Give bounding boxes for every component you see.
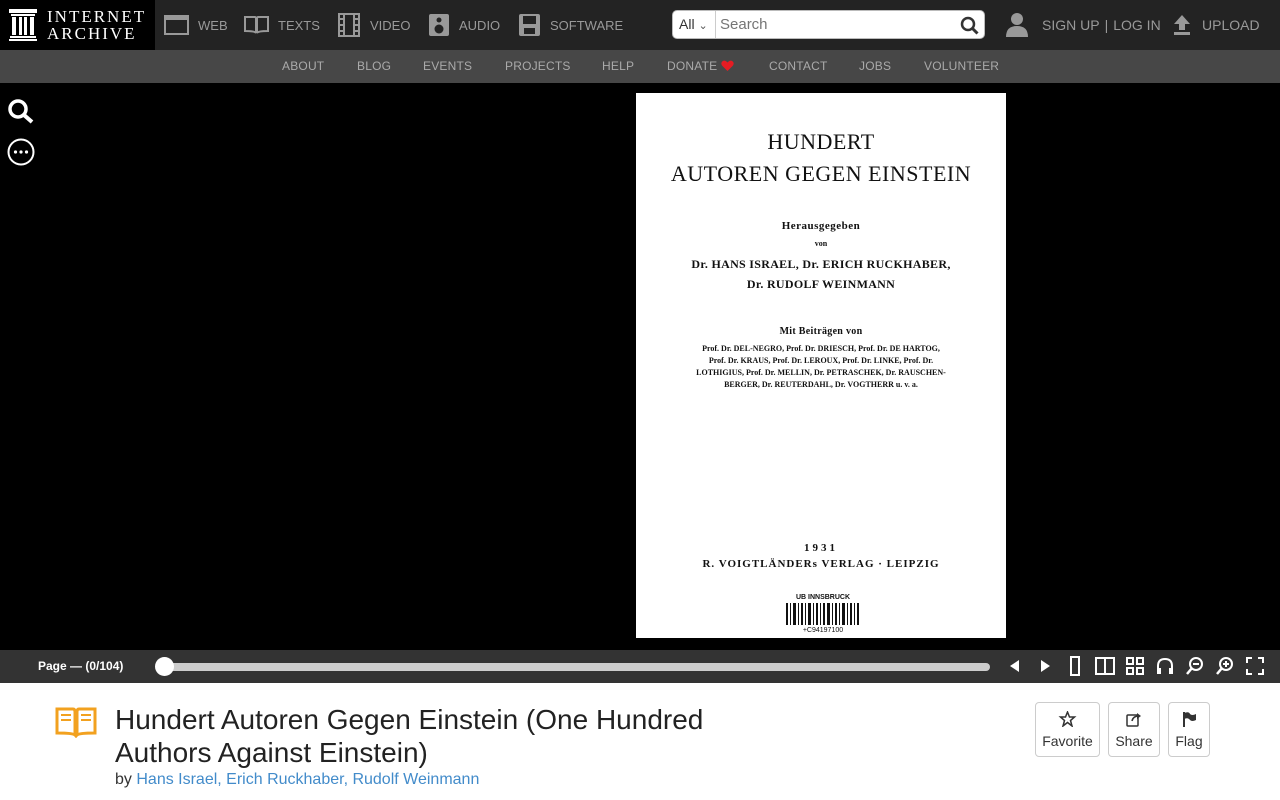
web-icon — [164, 15, 189, 35]
texts-icon — [55, 707, 97, 738]
nav-video[interactable]: VIDEO — [337, 0, 410, 50]
two-page-view-icon[interactable] — [1095, 656, 1115, 676]
book-page[interactable]: HUNDERT AUTOREN GEGEN EINSTEIN Herausgeg… — [636, 93, 1006, 638]
nav-video-label: VIDEO — [370, 17, 411, 33]
page-edited: Herausgegeben — [781, 220, 861, 232]
search-input[interactable] — [720, 14, 950, 34]
zoom-in-icon[interactable] — [1215, 656, 1235, 676]
page-contrib-head: Mit Beiträgen von — [779, 326, 863, 337]
search-icon[interactable] — [960, 16, 979, 35]
nav-projects[interactable]: PROJECTS — [505, 50, 571, 82]
thumbnail-view-icon[interactable] — [1125, 656, 1145, 676]
favorite-label: Favorite — [1042, 733, 1093, 749]
log-in-link[interactable]: LOG IN — [1113, 17, 1160, 33]
page-slider-track[interactable] — [164, 663, 990, 671]
page-slider-handle[interactable] — [154, 657, 174, 676]
share-icon — [1126, 713, 1141, 727]
previous-page-icon[interactable] — [1005, 656, 1025, 676]
page-indicator: Page — (0/104) — [38, 659, 124, 673]
logo-text-archive: ARCHIVE — [47, 24, 137, 43]
nav-help[interactable]: HELP — [602, 50, 634, 82]
zoom-out-icon[interactable] — [1185, 656, 1205, 676]
barcode-number: +C94197100 — [802, 627, 844, 634]
upload-label: UPLOAD — [1202, 17, 1260, 33]
nav-donate[interactable]: DONATE — [667, 50, 717, 82]
page-contrib-1: Prof. Dr. DEL-NEGRO, Prof. Dr. DRIESCH, … — [702, 344, 940, 353]
read-aloud-headphones-icon[interactable] — [1155, 656, 1175, 676]
nav-web-label: WEB — [198, 17, 228, 33]
page-publisher: R. VOIGTLÄNDERs VERLAG · LEIPZIG — [702, 558, 940, 570]
book-reader: HUNDERT AUTOREN GEGEN EINSTEIN Herausgeg… — [0, 83, 1280, 650]
page-year: 1931 — [804, 542, 838, 554]
sub-nav: ABOUT BLOG EVENTS PROJECTS HELP DONATE C… — [0, 50, 1280, 83]
star-icon — [1058, 711, 1077, 727]
nav-audio[interactable]: AUDIO — [428, 0, 500, 50]
nav-audio-label: AUDIO — [459, 17, 501, 33]
upload-button[interactable]: UPLOAD — [1172, 0, 1260, 50]
item-byline: by Hans Israel, Erich Ruckhaber, Rudolf … — [115, 771, 479, 789]
author-link[interactable]: Hans Israel, Erich Ruckhaber, Rudolf Wei… — [136, 771, 479, 788]
page-title-line2: AUTOREN GEGEN EINSTEIN — [670, 161, 972, 186]
auth-separator: | — [1104, 17, 1109, 33]
share-button[interactable]: Share — [1108, 702, 1160, 757]
more-options-icon[interactable] — [7, 138, 35, 166]
flag-label: Flag — [1175, 733, 1203, 749]
sign-up-link[interactable]: SIGN UP — [1042, 17, 1100, 33]
flag-button[interactable]: Flag — [1168, 702, 1210, 757]
page-von: von — [814, 239, 828, 248]
flag-icon — [1183, 712, 1196, 727]
page-contrib-3: LOTHIGIUS, Prof. Dr. MELLIN, Dr. PETRASC… — [696, 368, 946, 377]
audio-icon — [429, 14, 449, 36]
byline-by: by — [115, 771, 132, 788]
nav-jobs[interactable]: JOBS — [859, 50, 891, 82]
nav-contact[interactable]: CONTACT — [769, 50, 828, 82]
chevron-down-icon: ⌄ — [698, 20, 708, 32]
reader-nav-bar: Page — (0/104) — [0, 650, 1280, 683]
search-bar: All ⌄ — [672, 10, 985, 39]
internet-archive-logo[interactable]: INTERNET ARCHIVE — [0, 0, 155, 50]
nav-events[interactable]: EVENTS — [423, 50, 472, 82]
page-title-line1: HUNDERT — [767, 129, 875, 154]
one-page-view-icon[interactable] — [1065, 656, 1085, 676]
search-scope-value: All — [679, 16, 695, 32]
search-inside-icon[interactable] — [7, 98, 35, 124]
nav-software-label: SOFTWARE — [550, 17, 624, 33]
next-page-icon[interactable] — [1035, 656, 1055, 676]
nav-texts[interactable]: TEXTS — [244, 0, 320, 50]
nav-texts-label: TEXTS — [278, 17, 320, 33]
video-icon — [338, 13, 360, 37]
nav-software[interactable]: SOFTWARE — [518, 0, 623, 50]
auth-links: SIGN UP | LOG IN — [1005, 0, 1161, 50]
favorite-button[interactable]: Favorite — [1035, 702, 1100, 757]
page-editors-2: Dr. RUDOLF WEINMANN — [746, 277, 896, 291]
nav-web[interactable]: WEB — [164, 0, 228, 50]
nav-about[interactable]: ABOUT — [282, 50, 324, 82]
share-label: Share — [1115, 733, 1153, 749]
page-contrib-2: Prof. Dr. KRAUS, Prof. Dr. LEROUX, Prof.… — [708, 356, 934, 365]
page-contrib-4: BERGER, Dr. REUTERDAHL, Dr. VOGTHERR u. … — [724, 380, 918, 389]
barcode-stamp-text: UB INNSBRUCK — [795, 594, 851, 601]
logo-text-internet: INTERNET — [47, 7, 147, 26]
fullscreen-icon[interactable] — [1245, 656, 1265, 676]
heart-icon — [721, 60, 734, 71]
software-icon — [519, 14, 540, 36]
barcode-icon — [786, 603, 859, 625]
nav-volunteer[interactable]: VOLUNTEER — [924, 50, 999, 82]
temple-icon — [9, 9, 37, 41]
upload-icon — [1174, 15, 1190, 35]
nav-blog[interactable]: BLOG — [357, 50, 391, 82]
user-icon[interactable] — [1005, 12, 1029, 38]
page-editors-1: Dr. HANS ISRAEL, Dr. ERICH RUCKHABER, — [691, 257, 951, 271]
top-bar: INTERNET ARCHIVE WEB TEXTS VIDEO AUDIO S… — [0, 0, 1280, 50]
search-scope-select[interactable]: All ⌄ — [673, 11, 716, 38]
texts-icon — [244, 16, 269, 34]
library-barcode: UB INNSBRUCK +C94197100 — [784, 594, 862, 634]
item-title: Hundert Autoren Gegen Einstein (One Hund… — [115, 704, 704, 768]
